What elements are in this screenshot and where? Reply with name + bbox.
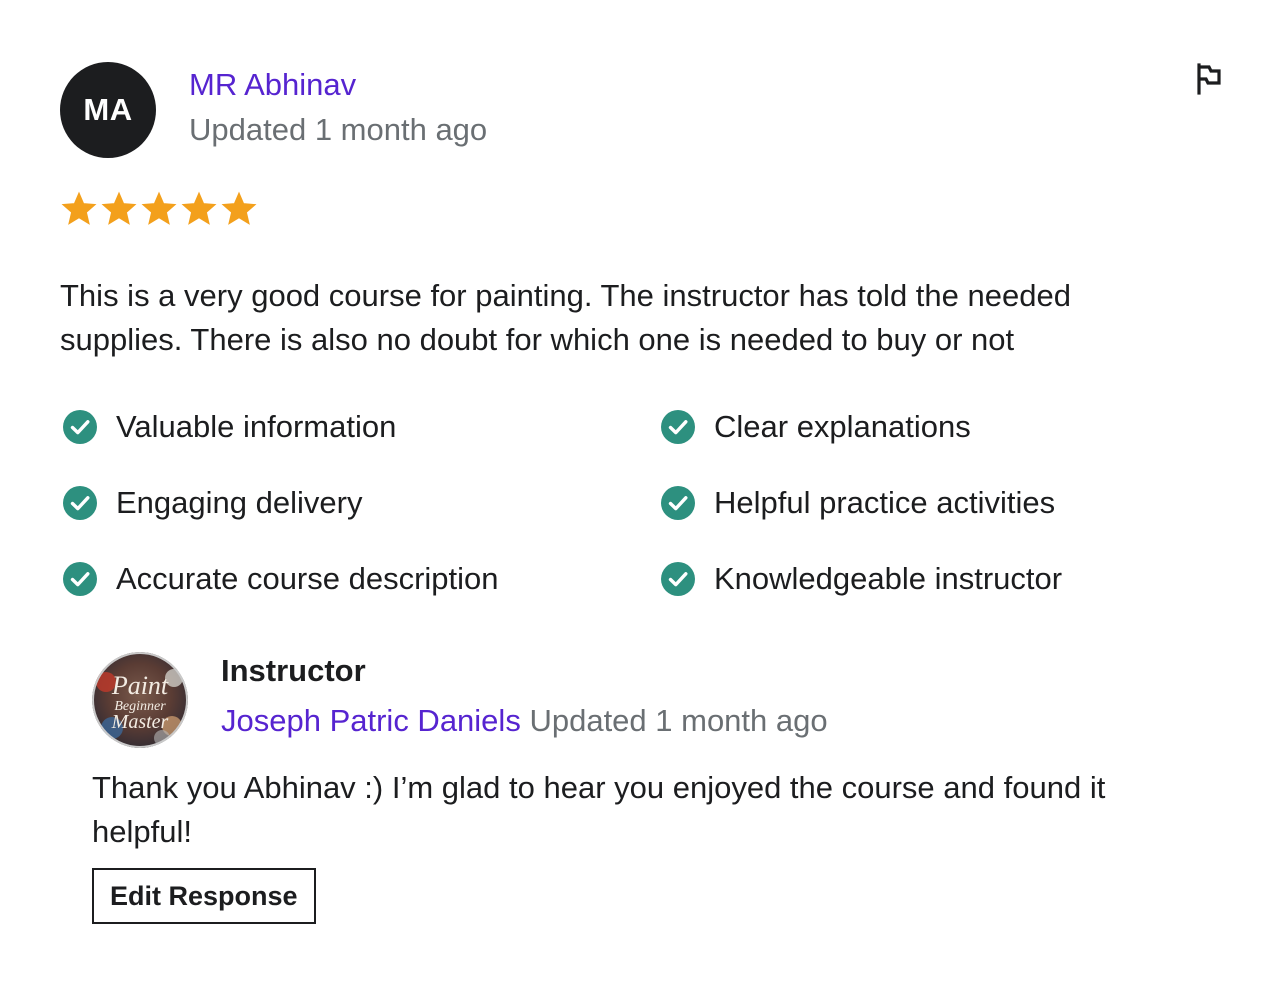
- review-body: This is a very good course for painting.…: [60, 278, 1071, 357]
- edit-response-button[interactable]: Edit Response: [92, 868, 316, 924]
- check-circle-icon: [63, 486, 97, 520]
- feedback-tag-label: Accurate course description: [116, 561, 499, 596]
- feedback-tag-label: Engaging delivery: [116, 485, 363, 520]
- feedback-tag-label: Helpful practice activities: [714, 485, 1056, 520]
- star-icon: [221, 191, 257, 225]
- check-circle-icon: [661, 486, 695, 520]
- logo-text-master: Master: [111, 711, 169, 733]
- feedback-tag: Knowledgeable instructor: [660, 560, 1242, 598]
- reviewer-name[interactable]: MR Abhinav: [189, 66, 356, 104]
- feedback-tag-label: Valuable information: [116, 409, 397, 444]
- check-circle-icon: [661, 410, 695, 444]
- check-circle-icon: [63, 562, 97, 596]
- report-flag-button[interactable]: [1190, 60, 1226, 98]
- check-circle-icon: [63, 410, 97, 444]
- response-updated-time: Updated 1 month ago: [529, 703, 828, 738]
- response-role-label: Instructor: [221, 653, 366, 688]
- instructor-name-link[interactable]: Joseph Patric Daniels: [221, 703, 521, 738]
- star-icon: [181, 191, 217, 225]
- star-rating: [60, 190, 258, 228]
- instructor-avatar-logo: Paint Beginner Master: [92, 652, 188, 748]
- feedback-tags: Valuable information Clear explanations …: [62, 408, 1242, 598]
- check-circle-icon: [661, 562, 695, 596]
- feedback-tag: Accurate course description: [62, 560, 660, 598]
- reviewer-avatar: MA: [60, 62, 156, 158]
- star-icon: [101, 191, 137, 225]
- response-meta: Joseph Patric Daniels Updated 1 month ag…: [221, 702, 828, 740]
- feedback-tag: Engaging delivery: [62, 484, 660, 522]
- response-body: Thank you Abhinav :) I’m glad to hear yo…: [92, 770, 1106, 849]
- star-icon: [61, 191, 97, 225]
- feedback-tag-label: Clear explanations: [714, 409, 971, 444]
- review-updated-time: Updated 1 month ago: [189, 112, 488, 147]
- feedback-tag-label: Knowledgeable instructor: [714, 561, 1063, 596]
- feedback-tag: Helpful practice activities: [660, 484, 1242, 522]
- feedback-tag: Valuable information: [62, 408, 660, 446]
- logo-text-paint: Paint: [111, 671, 169, 700]
- reviewer-initials: MA: [83, 92, 133, 127]
- flag-icon: [1197, 63, 1221, 95]
- instructor-avatar[interactable]: Paint Beginner Master: [92, 652, 188, 748]
- feedback-tag: Clear explanations: [660, 408, 1242, 446]
- star-icon: [141, 191, 177, 225]
